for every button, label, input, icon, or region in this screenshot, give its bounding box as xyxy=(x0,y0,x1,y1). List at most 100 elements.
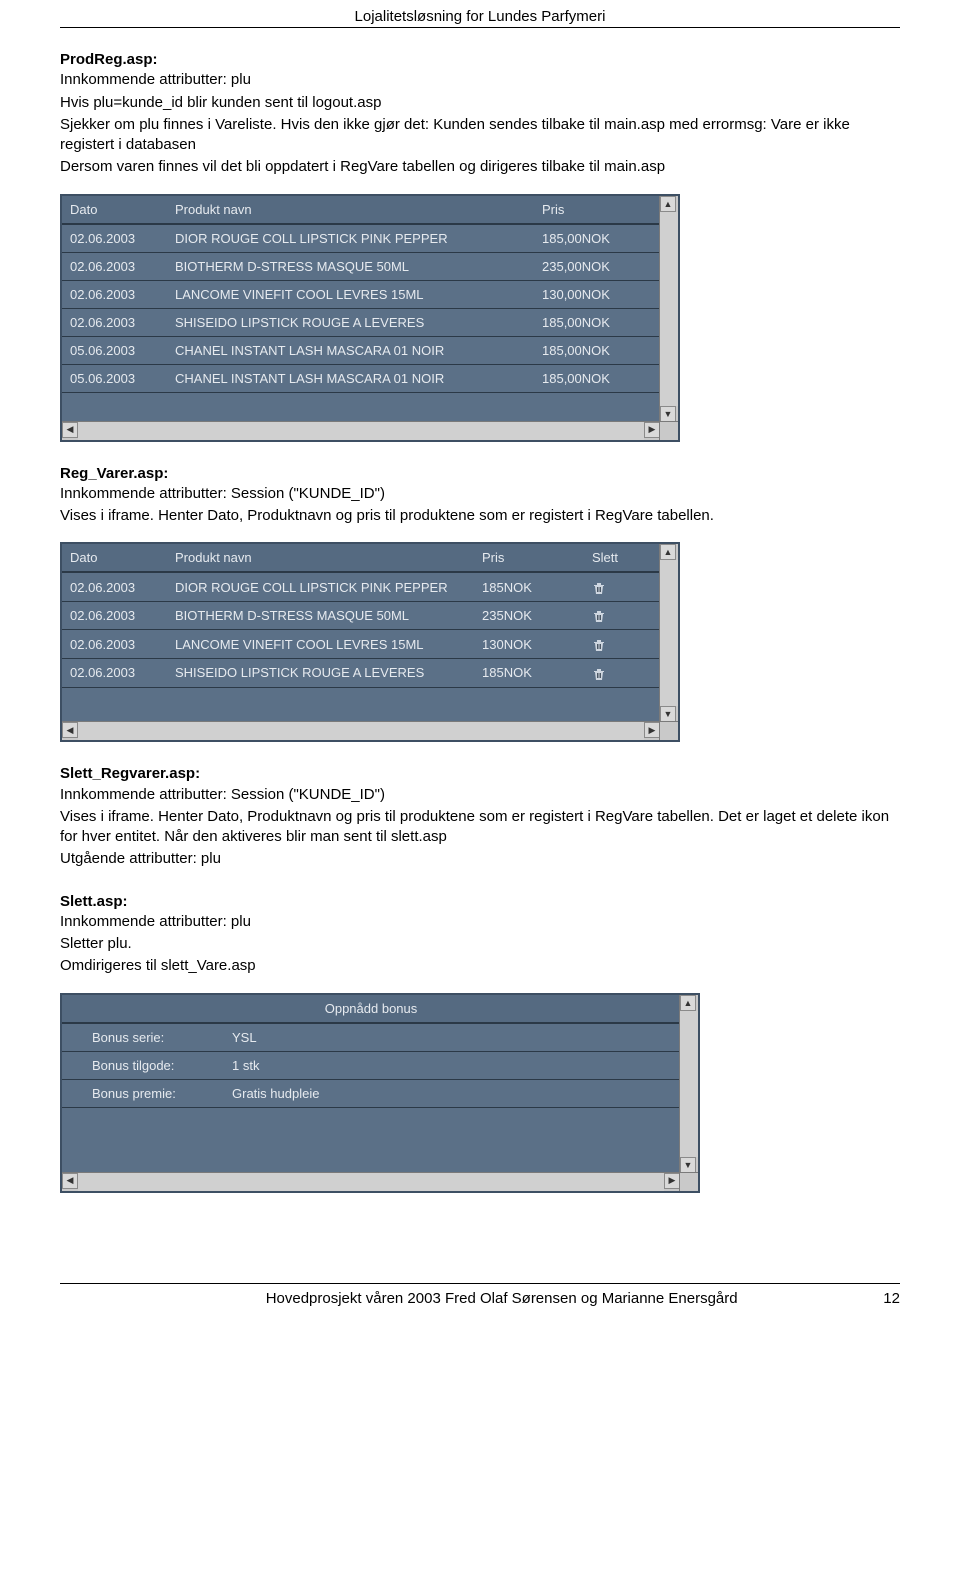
section-slettregvarer-line: Vises i iframe. Henter Dato, Produktnavn… xyxy=(60,807,900,848)
col-header-pris: Pris xyxy=(482,550,592,565)
cell-navn: CHANEL INSTANT LASH MASCARA 01 NOIR xyxy=(175,343,542,358)
page-footer: Hovedprosjekt våren 2003 Fred Olaf Søren… xyxy=(60,1290,900,1307)
cell-pris: 130NOK xyxy=(482,637,592,652)
scrollbar-track[interactable] xyxy=(680,1011,698,1157)
scrollbar-track[interactable] xyxy=(660,212,678,406)
cell-dato: 05.06.2003 xyxy=(70,343,175,358)
cell-pris: 235,00NOK xyxy=(542,259,652,274)
scroll-up-icon[interactable]: ▲ xyxy=(660,196,676,212)
scrollbar-track[interactable] xyxy=(660,560,678,706)
scroll-right-icon[interactable]: ▶ xyxy=(644,422,660,438)
col-header-dato: Dato xyxy=(70,550,175,565)
cell-dato: 02.06.2003 xyxy=(70,608,175,623)
col-header-dato: Dato xyxy=(70,202,175,217)
cell-dato: 02.06.2003 xyxy=(70,315,175,330)
bonus-panel: Oppnådd bonus Bonus serie:YSLBonus tilgo… xyxy=(60,993,700,1193)
cell-pris: 130,00NOK xyxy=(542,287,652,302)
scroll-down-icon[interactable]: ▼ xyxy=(660,406,676,422)
cell-navn: LANCOME VINEFIT COOL LEVRES 15ML xyxy=(175,637,482,652)
scrollbar-corner xyxy=(659,721,678,740)
page-header-title: Lojalitetsløsning for Lundes Parfymeri xyxy=(355,8,606,25)
cell-navn: BIOTHERM D-STRESS MASQUE 50ML xyxy=(175,608,482,623)
horizontal-scrollbar[interactable]: ◀ ▶ xyxy=(62,1172,680,1191)
bonus-row: Bonus serie:YSL xyxy=(62,1024,680,1052)
section-regvarer-line: Vises i iframe. Henter Dato, Produktnavn… xyxy=(60,506,900,526)
trash-icon[interactable] xyxy=(592,609,606,623)
cell-dato: 02.06.2003 xyxy=(70,287,175,302)
section-slett-line: Innkommende attributter: plu xyxy=(60,912,900,932)
section-prodreg-line: Dersom varen finnes vil det bli oppdater… xyxy=(60,157,900,177)
table-row: 02.06.2003BIOTHERM D-STRESS MASQUE 50ML2… xyxy=(62,253,660,281)
horizontal-scrollbar[interactable]: ◀ ▶ xyxy=(62,721,660,740)
trash-icon[interactable] xyxy=(592,667,606,681)
cell-pris: 185,00NOK xyxy=(542,371,652,386)
scrollbar-track[interactable] xyxy=(78,722,644,740)
bonus-row: Bonus premie:Gratis hudpleie xyxy=(62,1080,680,1108)
bonus-value: 1 stk xyxy=(232,1058,650,1073)
cell-pris: 185,00NOK xyxy=(542,231,652,246)
horizontal-scrollbar[interactable]: ◀ ▶ xyxy=(62,421,660,440)
bonus-label: Bonus tilgode: xyxy=(92,1058,232,1073)
scrollbar-track[interactable] xyxy=(78,1173,664,1191)
section-slett-line: Omdirigeres til slett_Vare.asp xyxy=(60,956,900,976)
scroll-right-icon[interactable]: ▶ xyxy=(664,1173,680,1189)
cell-dato: 02.06.2003 xyxy=(70,665,175,680)
table-row: 02.06.2003DIOR ROUGE COLL LIPSTICK PINK … xyxy=(62,573,660,602)
page-header: Lojalitetsløsning for Lundes Parfymeri xyxy=(60,0,900,28)
scroll-left-icon[interactable]: ◀ xyxy=(62,722,78,738)
cell-pris: 185,00NOK xyxy=(542,343,652,358)
cell-dato: 05.06.2003 xyxy=(70,371,175,386)
bonus-row: Bonus tilgode:1 stk xyxy=(62,1052,680,1080)
bonus-label: Bonus serie: xyxy=(92,1030,232,1045)
scroll-up-icon[interactable]: ▲ xyxy=(660,544,676,560)
table-row: 02.06.2003SHISEIDO LIPSTICK ROUGE A LEVE… xyxy=(62,659,660,688)
table-row: 02.06.2003DIOR ROUGE COLL LIPSTICK PINK … xyxy=(62,225,660,253)
cell-navn: CHANEL INSTANT LASH MASCARA 01 NOIR xyxy=(175,371,542,386)
trash-icon[interactable] xyxy=(592,638,606,652)
scroll-down-icon[interactable]: ▼ xyxy=(680,1157,696,1173)
col-header-pris: Pris xyxy=(542,202,652,217)
col-header-navn: Produkt navn xyxy=(175,550,482,565)
scrollbar-corner xyxy=(679,1172,698,1191)
cell-navn: DIOR ROUGE COLL LIPSTICK PINK PEPPER xyxy=(175,580,482,595)
vertical-scrollbar[interactable]: ▲ ▼ xyxy=(679,995,698,1173)
cell-navn: DIOR ROUGE COLL LIPSTICK PINK PEPPER xyxy=(175,231,542,246)
section-prodreg-line: Sjekker om plu finnes i Vareliste. Hvis … xyxy=(60,115,900,156)
cell-pris: 185NOK xyxy=(482,580,592,595)
table-row: 02.06.2003LANCOME VINEFIT COOL LEVRES 15… xyxy=(62,281,660,309)
cell-navn: LANCOME VINEFIT COOL LEVRES 15ML xyxy=(175,287,542,302)
cell-dato: 02.06.2003 xyxy=(70,259,175,274)
cell-pris: 235NOK xyxy=(482,608,592,623)
page-number: 12 xyxy=(883,1290,900,1307)
cell-pris: 185,00NOK xyxy=(542,315,652,330)
cell-slett xyxy=(592,579,652,595)
bonus-panel-header: Oppnådd bonus xyxy=(62,995,680,1024)
scroll-down-icon[interactable]: ▼ xyxy=(660,706,676,722)
bonus-panel-title: Oppnådd bonus xyxy=(325,1001,418,1016)
table-row: 05.06.2003CHANEL INSTANT LASH MASCARA 01… xyxy=(62,337,660,365)
bonus-value: Gratis hudpleie xyxy=(232,1086,650,1101)
section-slettregvarer-line: Innkommende attributter: Session ("KUNDE… xyxy=(60,785,900,805)
scroll-left-icon[interactable]: ◀ xyxy=(62,422,78,438)
section-regvarer-title: Reg_Varer.asp: xyxy=(60,464,900,484)
section-regvarer-line: Innkommende attributter: Session ("KUNDE… xyxy=(60,484,900,504)
cell-slett xyxy=(592,665,652,681)
trash-icon[interactable] xyxy=(592,581,606,595)
table-row: 05.06.2003CHANEL INSTANT LASH MASCARA 01… xyxy=(62,365,660,393)
table-row: 02.06.2003SHISEIDO LIPSTICK ROUGE A LEVE… xyxy=(62,309,660,337)
scrollbar-track[interactable] xyxy=(78,422,644,440)
vertical-scrollbar[interactable]: ▲ ▼ xyxy=(659,196,678,422)
product-table-panel: Dato Produkt navn Pris 02.06.2003DIOR RO… xyxy=(60,194,680,442)
table-row: 02.06.2003BIOTHERM D-STRESS MASQUE 50ML2… xyxy=(62,602,660,631)
table-header-row: Dato Produkt navn Pris xyxy=(62,196,660,225)
section-prodreg-line: Innkommende attributter: plu xyxy=(60,70,900,90)
scroll-up-icon[interactable]: ▲ xyxy=(680,995,696,1011)
section-prodreg-line: Hvis plu=kunde_id blir kunden sent til l… xyxy=(60,93,900,113)
section-slettregvarer-line: Utgående attributter: plu xyxy=(60,849,900,869)
col-header-slett: Slett xyxy=(592,550,652,565)
vertical-scrollbar[interactable]: ▲ ▼ xyxy=(659,544,678,722)
scroll-right-icon[interactable]: ▶ xyxy=(644,722,660,738)
scroll-left-icon[interactable]: ◀ xyxy=(62,1173,78,1189)
section-slett-line: Sletter plu. xyxy=(60,934,900,954)
section-slett-title: Slett.asp: xyxy=(60,892,900,912)
